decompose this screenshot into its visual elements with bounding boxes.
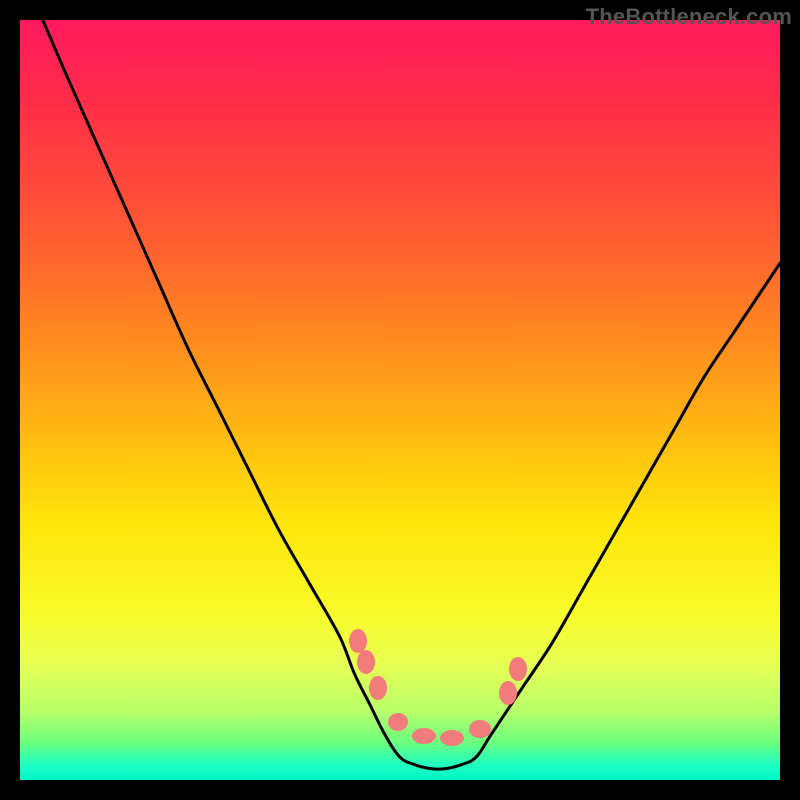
plot-area <box>20 20 780 780</box>
curve-marker <box>357 650 375 674</box>
curve-marker <box>469 720 491 738</box>
curve-marker <box>509 657 527 681</box>
curve-marker <box>412 728 436 744</box>
curve-marker <box>499 681 517 705</box>
curve-markers <box>349 629 527 746</box>
frame: TheBottleneck.com <box>0 0 800 800</box>
bottleneck-curve <box>43 20 780 769</box>
bottleneck-chart-svg <box>20 20 780 780</box>
curve-marker <box>369 676 387 700</box>
curve-marker <box>440 730 464 746</box>
curve-marker <box>349 629 367 653</box>
watermark-text: TheBottleneck.com <box>586 4 792 30</box>
curve-marker <box>388 713 408 731</box>
